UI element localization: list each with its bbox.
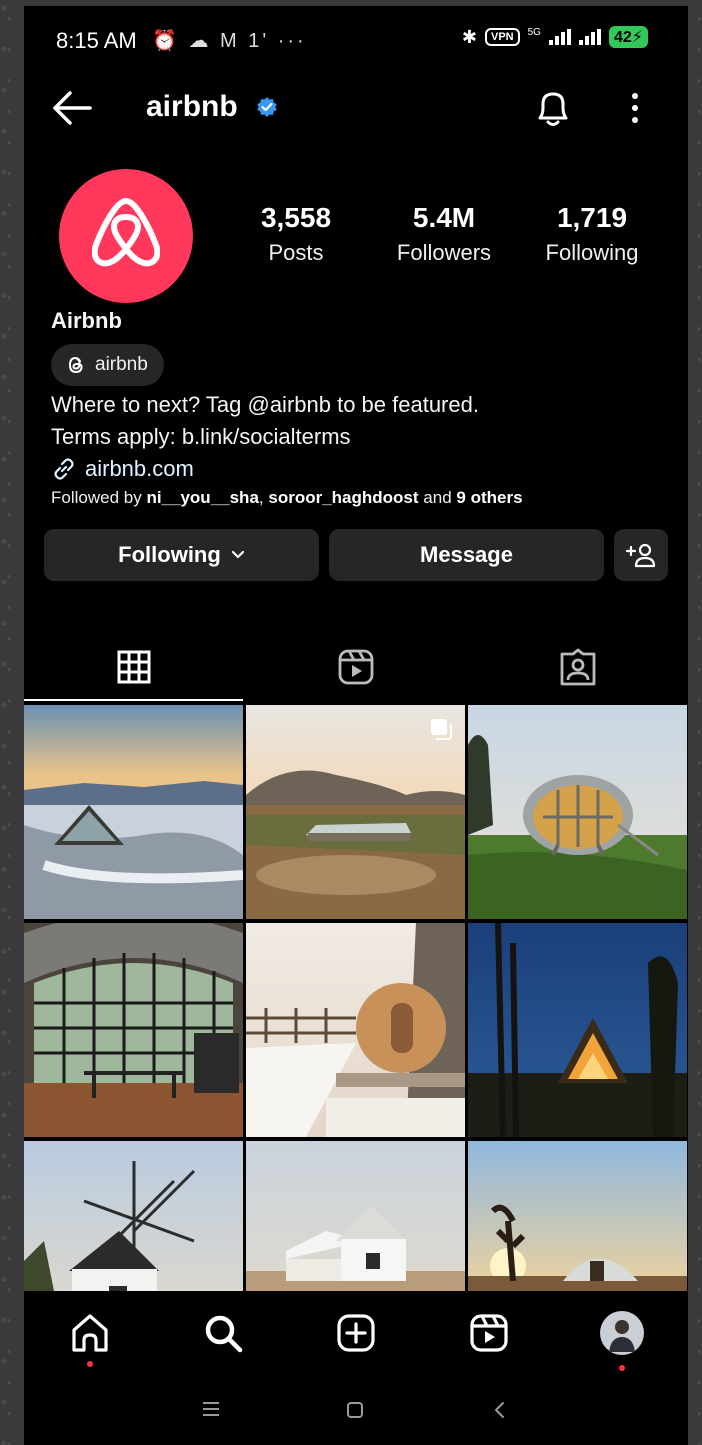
menu-icon[interactable] xyxy=(202,1401,220,1417)
profile-notification-dot xyxy=(619,1365,625,1371)
post-thumbnail[interactable] xyxy=(468,705,687,919)
add-person-icon xyxy=(625,543,656,568)
post-image-barrel-sauna-snow xyxy=(246,923,465,1137)
reels-nav-icon xyxy=(470,1314,508,1352)
reels-icon xyxy=(338,649,374,685)
add-user-button[interactable] xyxy=(614,529,668,581)
tab-reels[interactable] xyxy=(246,631,466,703)
followed-by-user-1: ni__you__sha xyxy=(146,488,259,507)
vpn-icon: VPN xyxy=(485,28,520,46)
post-image-spherical-pod-house xyxy=(468,705,687,919)
nav-profile[interactable] xyxy=(598,1309,646,1357)
bottom-navigation xyxy=(24,1291,688,1377)
posts-label: Posts xyxy=(268,240,324,265)
followed-by-separator: , xyxy=(258,488,264,507)
post-thumbnail[interactable] xyxy=(24,705,243,919)
status-notification-icons: ⏰ ☁ M 1' ··· xyxy=(152,30,307,52)
post-thumbnail[interactable] xyxy=(24,923,243,1137)
post-thumbnail[interactable] xyxy=(246,705,465,919)
active-tab-indicator xyxy=(24,699,243,701)
create-post-icon xyxy=(337,1314,375,1352)
grid-icon xyxy=(117,650,151,684)
post-image-a-frame-cabin-night xyxy=(468,923,687,1137)
following-stat[interactable]: 1,719 Following xyxy=(522,202,662,266)
followers-label: Followers xyxy=(396,240,492,265)
battery-icon: 42⚡ xyxy=(608,26,648,48)
post-thumbnail[interactable] xyxy=(468,923,687,1137)
status-time: 8:15 AM xyxy=(56,28,137,53)
website-link[interactable]: airbnb.com xyxy=(51,456,194,482)
threads-badge[interactable]: airbnb xyxy=(51,344,164,386)
post-image-a-frame-glass-cabin-snow xyxy=(24,705,243,919)
following-label: Following xyxy=(545,240,639,265)
following-button-label: Following xyxy=(118,542,221,567)
followers-stat[interactable]: 5.4M Followers xyxy=(374,202,514,266)
tagged-icon xyxy=(560,648,596,686)
threads-handle: airbnb xyxy=(95,354,148,375)
multiple-images-icon xyxy=(431,719,452,740)
battery-level: 42 xyxy=(613,29,632,46)
nav-search[interactable] xyxy=(199,1309,247,1357)
more-options-icon[interactable] xyxy=(620,88,650,128)
post-image-arched-glass-interior xyxy=(24,923,243,1137)
signal-icon xyxy=(548,29,571,45)
home-square-icon[interactable] xyxy=(346,1401,364,1419)
tab-posts-grid[interactable] xyxy=(24,631,244,703)
followed-by-others: 9 others xyxy=(456,488,523,507)
followers-count: 5.4M xyxy=(412,202,476,233)
message-button-label: Message xyxy=(420,542,513,567)
posts-grid xyxy=(24,705,688,1355)
home-icon xyxy=(72,1314,108,1352)
profile-tabs xyxy=(24,631,688,703)
profile-avatar-icon xyxy=(600,1311,644,1355)
notification-bell-icon[interactable] xyxy=(532,86,574,130)
system-back-icon[interactable] xyxy=(492,1401,506,1419)
nav-reels[interactable] xyxy=(465,1309,513,1357)
threads-icon xyxy=(68,356,83,374)
status-bar: 8:15 AM ⏰ ☁ M 1' ··· ✱ VPN 5G 42⚡ xyxy=(24,6,688,72)
status-right-icons: ✱ VPN 5G 42⚡ xyxy=(462,26,648,48)
phone-screen: 8:15 AM ⏰ ☁ M 1' ··· ✱ VPN 5G 42⚡ airbnb xyxy=(24,6,688,1445)
following-count: 1,719 xyxy=(556,202,628,233)
followed-by-prefix: Followed by xyxy=(51,488,142,507)
posts-count: 3,558 xyxy=(260,202,332,233)
signal-icon-2 xyxy=(578,29,601,45)
nav-create[interactable] xyxy=(332,1309,380,1357)
verified-badge-icon xyxy=(257,97,277,117)
link-icon xyxy=(54,458,74,480)
bio-line-2: Terms apply: b.link/socialterms xyxy=(51,424,351,449)
followed-by-and: and xyxy=(423,488,452,507)
network-type: 5G xyxy=(527,27,541,38)
bio-line-1: Where to next? Tag @airbnb to be feature… xyxy=(51,392,479,417)
header-username: airbnb xyxy=(146,90,238,123)
followed-by-user-2: soroor_haghdoost xyxy=(268,488,419,507)
following-button[interactable]: Following xyxy=(44,529,319,581)
website-text: airbnb.com xyxy=(85,456,194,481)
tab-tagged[interactable] xyxy=(468,631,688,703)
nav-home[interactable] xyxy=(66,1309,114,1357)
profile-avatar[interactable] xyxy=(59,169,193,303)
airbnb-logo-icon xyxy=(92,198,160,267)
followed-by-text[interactable]: Followed by ni__you__sha, soroor_haghdoo… xyxy=(51,488,523,508)
search-icon xyxy=(205,1315,243,1353)
home-notification-dot xyxy=(87,1361,93,1367)
chevron-down-icon xyxy=(231,550,244,559)
posts-stat[interactable]: 3,558 Posts xyxy=(226,202,366,266)
bluetooth-icon: ✱ xyxy=(461,26,477,47)
message-button[interactable]: Message xyxy=(329,529,604,581)
post-thumbnail[interactable] xyxy=(246,923,465,1137)
back-arrow-icon[interactable] xyxy=(50,88,94,128)
system-navigation-bar xyxy=(24,1377,688,1445)
profile-header: airbnb xyxy=(24,76,688,140)
display-name: Airbnb xyxy=(51,308,122,333)
